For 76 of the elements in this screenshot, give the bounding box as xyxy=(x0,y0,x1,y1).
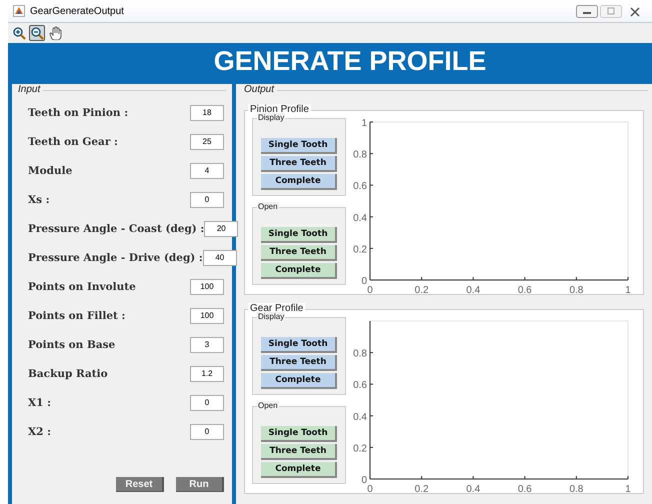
profile-button[interactable]: Three Teeth xyxy=(261,245,337,261)
profile-button[interactable]: Complete xyxy=(261,462,337,478)
profile-button[interactable]: Three Teeth xyxy=(261,444,337,460)
panel-title: Pinion Profile xyxy=(248,104,311,115)
profile-button[interactable]: Single Tooth xyxy=(261,227,337,243)
input-field[interactable]: 0 xyxy=(190,192,224,208)
tick-label: 1 xyxy=(361,118,367,129)
tick-label: 0 xyxy=(367,285,373,296)
input-field[interactable]: 20 xyxy=(204,220,238,236)
panel-title: Output xyxy=(244,84,274,96)
app-icon xyxy=(13,5,25,17)
field-label: Pressure Angle - Coast (deg) : xyxy=(28,222,204,234)
panel-title: Gear Profile xyxy=(248,303,306,314)
tick-label: 1 xyxy=(625,484,631,495)
window-title: GearGenerateOutput xyxy=(30,6,124,16)
zoom-out-button[interactable] xyxy=(29,25,45,41)
tick-label: 0.6 xyxy=(518,285,532,296)
tick-label: 0.4 xyxy=(466,285,480,296)
group-title: Open xyxy=(257,202,279,211)
field-label: X2 : xyxy=(28,426,51,438)
tick-label: 0 xyxy=(361,475,367,486)
tick-label: 0.2 xyxy=(353,443,367,454)
field-label: Pressure Angle - Drive (deg) : xyxy=(28,252,203,264)
group-title: Display xyxy=(257,113,286,122)
tick-label: 0.8 xyxy=(569,484,584,495)
run-button[interactable]: Run xyxy=(176,477,224,492)
zoom-in-button[interactable] xyxy=(11,25,27,41)
profile-button[interactable]: Complete xyxy=(261,373,337,389)
input-field[interactable]: 1.2 xyxy=(190,366,224,382)
input-field[interactable]: 0 xyxy=(190,394,224,410)
field-label: Points on Base xyxy=(28,338,116,350)
group-title: Open xyxy=(257,401,279,410)
field-label: X1 : xyxy=(28,396,51,408)
input-field[interactable]: 25 xyxy=(190,134,224,150)
tick-label: 0.8 xyxy=(353,150,367,161)
input-field[interactable]: 100 xyxy=(190,308,224,324)
tick-label: 0.6 xyxy=(353,380,367,392)
profile-button[interactable]: Complete xyxy=(261,174,337,190)
tick-label: 0.2 xyxy=(414,484,429,495)
profile-button[interactable]: Single Tooth xyxy=(261,337,337,353)
tick-label: 0.6 xyxy=(518,484,532,495)
minimize-icon[interactable] xyxy=(576,4,598,18)
input-field[interactable]: 40 xyxy=(202,250,237,266)
tick-label: 0.8 xyxy=(569,285,584,296)
field-label: Backup Ratio xyxy=(28,368,108,380)
group-title: Display xyxy=(257,312,286,321)
profile-button[interactable]: Three Teeth xyxy=(261,355,337,371)
tick-label: 1 xyxy=(625,285,631,296)
header-title: GENERATE PROFILE xyxy=(8,43,652,80)
field-label: Module xyxy=(28,164,72,176)
tick-label: 0.8 xyxy=(353,348,367,360)
reset-button[interactable]: Reset xyxy=(116,477,164,492)
field-label: Xs : xyxy=(28,194,50,206)
tick-label: 0.6 xyxy=(353,181,367,192)
input-field[interactable]: 0 xyxy=(190,424,224,440)
tick-label: 0 xyxy=(361,276,367,287)
field-label: Points on Fillet : xyxy=(28,310,126,322)
input-field[interactable]: 4 xyxy=(190,162,224,178)
tick-label: 0 xyxy=(367,484,373,495)
profile-button[interactable]: Single Tooth xyxy=(261,426,337,442)
input-field[interactable]: 3 xyxy=(190,336,224,352)
profile-button[interactable]: Three Teeth xyxy=(261,156,337,172)
field-label: Points on Involute xyxy=(28,280,136,292)
tick-label: 0.4 xyxy=(353,412,367,423)
tick-label: 0.4 xyxy=(353,212,367,224)
tick-label: 0.2 xyxy=(353,244,367,256)
field-label: Teeth on Pinion : xyxy=(28,106,128,118)
field-label: Teeth on Gear : xyxy=(28,136,118,148)
profile-button[interactable]: Single Tooth xyxy=(261,138,337,154)
input-field[interactable]: 18 xyxy=(190,104,224,120)
profile-button[interactable]: Complete xyxy=(261,263,337,279)
input-field[interactable]: 100 xyxy=(190,278,224,294)
hand-button[interactable] xyxy=(47,25,63,41)
tick-label: 0.4 xyxy=(466,484,480,495)
panel-title: Input xyxy=(18,84,40,96)
tick-label: 0.2 xyxy=(414,285,429,296)
